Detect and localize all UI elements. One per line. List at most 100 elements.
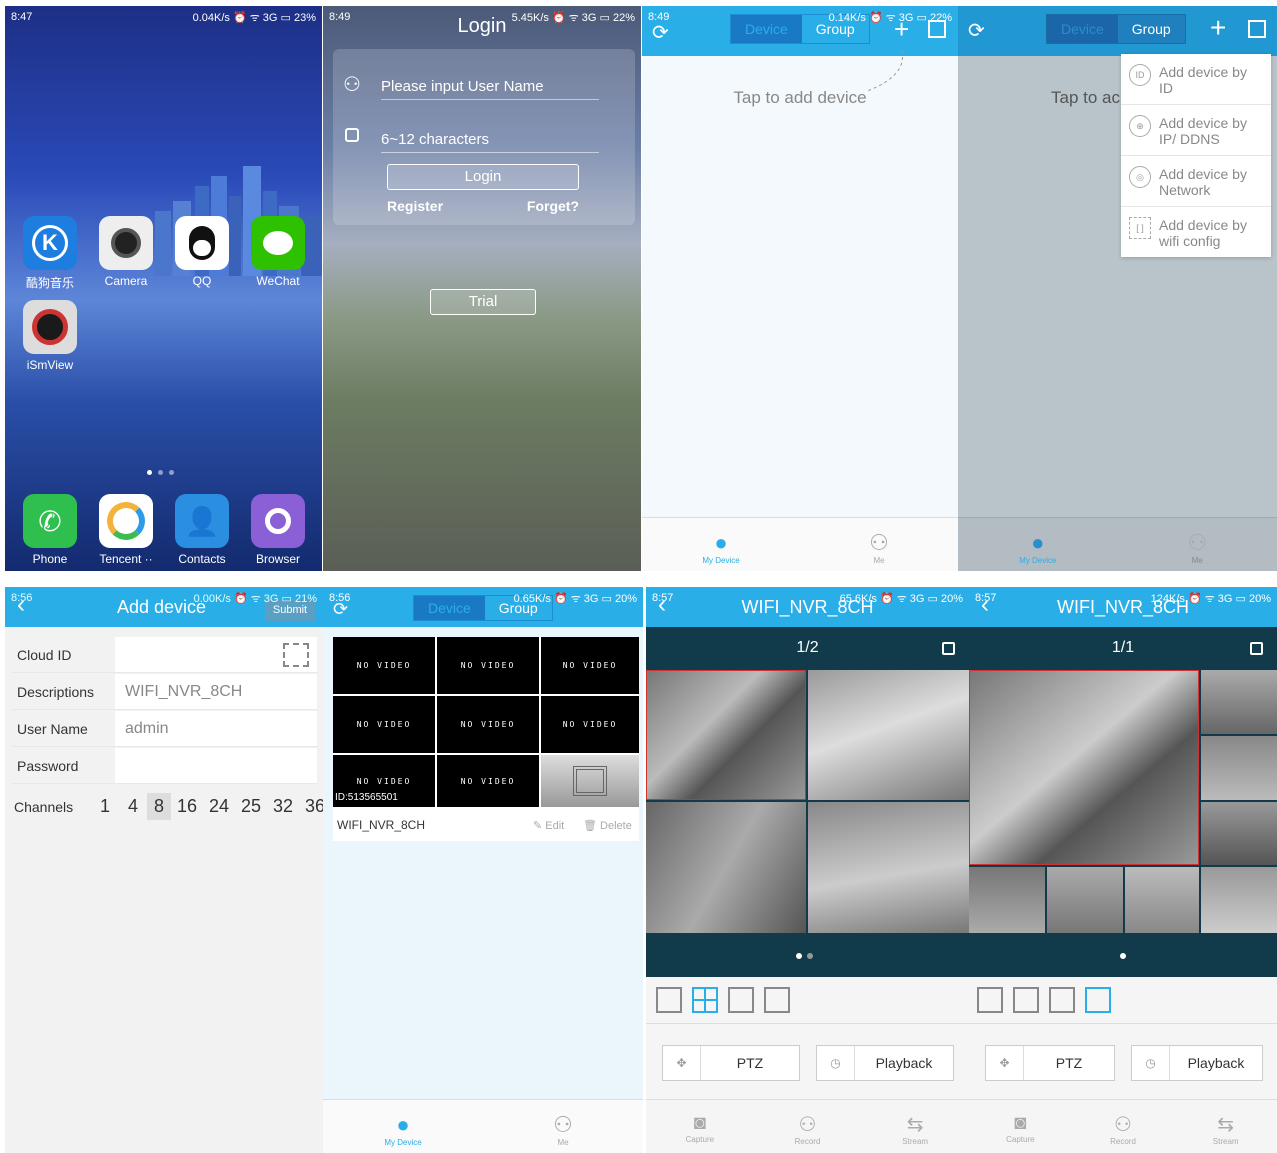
capture-button[interactable]: ◙ Capture [969,1100,1072,1153]
channel-option[interactable]: 32 [267,793,299,820]
camera-view[interactable] [1047,867,1123,933]
person-icon: ⚇ [869,530,889,555]
tab-label: My Device [384,1138,422,1147]
camera-view[interactable] [1201,802,1277,865]
tab-me[interactable]: ⚇ Me [483,1100,643,1153]
menu-add-by-wifi[interactable]: [ ] Add device by wifi config [1121,207,1271,257]
layout-6-icon[interactable] [728,987,754,1013]
status-time: 8:57 [975,592,997,604]
channel-cell[interactable]: NO VIDEO [333,637,435,694]
playback-button[interactable]: ◷ Playback [1131,1045,1263,1081]
menu-add-by-ip[interactable]: ⊕ Add device by IP/ DDNS [1121,105,1271,156]
unlock-icon[interactable] [1250,642,1263,655]
camera-view-main[interactable] [969,670,1199,865]
ptz-button[interactable]: ✥ PTZ [662,1045,800,1081]
app-ismview[interactable]: iSmView [20,300,80,372]
app-kugou[interactable]: K 酷狗音乐 [20,216,80,291]
layout-8-icon[interactable] [1085,987,1111,1013]
camera-view[interactable] [1201,867,1277,933]
forget-link[interactable]: Forget? [527,198,579,214]
layout-6-icon[interactable] [1049,987,1075,1013]
unlock-icon[interactable] [942,642,955,655]
tab-me[interactable]: ⚇ Me [800,518,958,571]
menu-add-by-network[interactable]: ◎ Add device by Network [1121,156,1271,207]
app-qq[interactable]: QQ [172,216,232,288]
playback-button[interactable]: ◷ Playback [816,1045,954,1081]
username-field[interactable]: Please input User Name [381,78,599,100]
login-button[interactable]: Login [387,164,579,190]
tap-to-add-hint[interactable]: Tap to add device [642,88,958,108]
page-indicator: 1/1 [1111,639,1135,656]
dock-phone[interactable]: ✆ Phone [20,494,80,566]
status-right: 0.00K/s ⏰ ᯤ 3G ▭ 21% [193,592,317,605]
channel-option[interactable]: 36 [299,793,323,820]
channel-cell[interactable]: NO VIDEO [437,755,539,807]
status-time: 8:56 [329,592,351,604]
layout-8-icon[interactable] [764,987,790,1013]
refresh-icon[interactable]: ⟳ [968,18,985,43]
action-label: Stream [902,1137,929,1146]
tab-my-device[interactable]: ● My Device [958,518,1118,571]
record-icon: ⚇ [798,1114,817,1136]
tab-my-device[interactable]: ● My Device [323,1100,483,1153]
camera-view[interactable] [969,867,1045,933]
add-icon[interactable]: + [1210,12,1226,44]
camera-view[interactable] [808,802,969,933]
capture-button[interactable]: ◙ Capture [646,1100,754,1153]
cloud-id-row: Cloud ID [11,637,317,673]
dock-browser[interactable]: Browser [248,494,308,566]
tab-my-device[interactable]: ● My Device [642,518,800,571]
layout-4-icon[interactable] [692,987,718,1013]
tab-me[interactable]: ⚇ Me [1118,518,1277,571]
channel-cell[interactable]: NO VIDEO [333,696,435,753]
camera-view[interactable] [1201,736,1277,800]
swap-icon: ⇆ [906,1114,924,1136]
channel-cell[interactable]: NO VIDEO [541,696,639,753]
stream-button[interactable]: ⇆ Stream [861,1100,969,1153]
channel-option[interactable]: 25 [235,793,267,820]
camera-view[interactable] [646,802,806,933]
dock-contacts[interactable]: 👤 Contacts [172,494,232,566]
channel-option[interactable]: 4 [119,793,147,820]
status-right: 65.6K/s ⏰ ᯤ 3G ▭ 20% [839,592,963,605]
password-field[interactable]: 6~12 characters [381,131,599,153]
menu-label: Add device by ID [1159,64,1247,96]
channel-option[interactable]: 24 [203,793,235,820]
camera-view[interactable] [1125,867,1199,933]
ptz-button[interactable]: ✥ PTZ [985,1045,1115,1081]
device-card[interactable]: NO VIDEO NO VIDEO NO VIDEO NO VIDEO NO V… [333,637,639,841]
camera-view[interactable] [1201,670,1277,734]
camera-view[interactable] [646,670,806,800]
grid-icon[interactable] [1248,20,1266,38]
trial-button[interactable]: Trial [430,289,536,315]
action-bar: ◙ Capture ⚇ Record ⇆ Stream [969,1099,1277,1153]
layout-4-icon[interactable] [1013,987,1039,1013]
app-camera[interactable]: Camera [96,216,156,288]
channel-option-selected[interactable]: 8 [147,793,171,820]
tab-group[interactable]: Group [1117,15,1185,43]
register-link[interactable]: Register [387,198,443,214]
stream-button[interactable]: ⇆ Stream [1174,1100,1277,1153]
pencil-icon: ✎ [533,820,546,832]
camera-view[interactable] [808,670,969,800]
username-input[interactable]: admin [115,720,169,738]
app-wechat[interactable]: WeChat [248,216,308,288]
channel-option[interactable]: 16 [171,793,203,820]
divider [646,1023,969,1024]
record-button[interactable]: ⚇ Record [754,1100,862,1153]
record-button[interactable]: ⚇ Record [1072,1100,1175,1153]
layout-1-icon[interactable] [977,987,1003,1013]
edit-button[interactable]: ✎ Edit [533,819,564,832]
scan-icon[interactable] [283,642,309,667]
channel-option[interactable]: 1 [91,793,119,820]
channel-cell[interactable]: NO VIDEO [437,696,539,753]
trash-icon: 🗑 [583,820,601,832]
channel-cell[interactable]: NO VIDEO [541,637,639,694]
layout-1-icon[interactable] [656,987,682,1013]
tab-device[interactable]: Device [1047,15,1118,43]
channel-cell[interactable]: NO VIDEO [437,637,539,694]
menu-add-by-id[interactable]: ID Add device by ID [1121,54,1271,105]
delete-button[interactable]: 🗑 Delete [583,819,632,832]
dock-tencent[interactable]: Tencent ·· [96,494,156,566]
descriptions-input[interactable]: WIFI_NVR_8CH [115,683,242,701]
